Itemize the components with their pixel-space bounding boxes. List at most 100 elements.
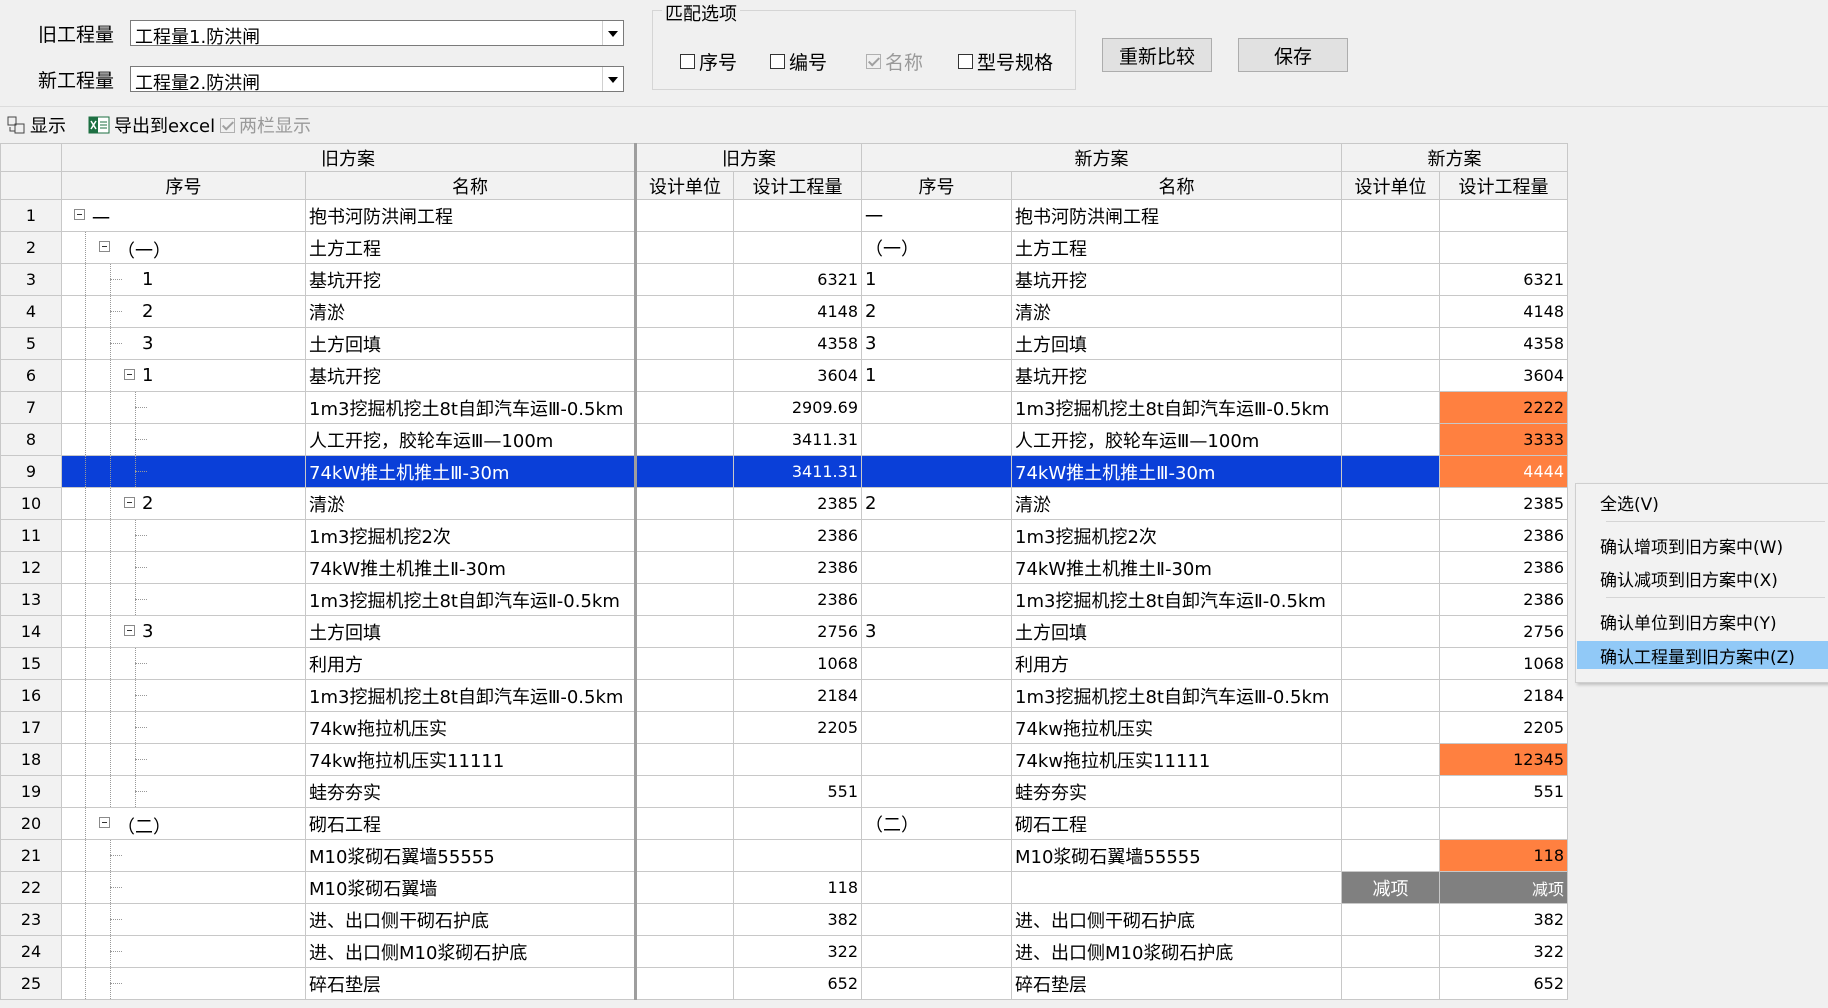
cell-seq[interactable] <box>61 679 306 712</box>
cell-seq[interactable] <box>61 423 306 456</box>
col-header-qty[interactable]: 设计工程量 <box>733 171 862 200</box>
cell-new-unit[interactable] <box>1341 295 1440 328</box>
cell-unit[interactable] <box>634 423 734 456</box>
cell-new-unit[interactable] <box>1341 775 1440 808</box>
cell-new-name[interactable]: 74kw拖拉机压实 <box>1011 711 1342 744</box>
cell-new-seq[interactable] <box>861 423 1012 456</box>
cell-qty[interactable]: 2386 <box>733 519 862 552</box>
cell-new-seq[interactable]: 2 <box>861 487 1012 520</box>
cell-new-qty[interactable]: 2184 <box>1439 679 1568 712</box>
show-button[interactable]: 显示 <box>6 112 66 138</box>
cell-name[interactable]: 抱书河防洪闸工程 <box>305 199 636 232</box>
cell-name[interactable]: 74kW推土机推土Ⅲ-30m <box>305 455 636 488</box>
cell-unit[interactable] <box>634 647 734 680</box>
table-row[interactable]: 17 74kw拖拉机压实 2205 74kw拖拉机压实 2205 <box>0 711 1568 744</box>
cell-name[interactable]: 清淤 <box>305 295 636 328</box>
cell-new-unit[interactable] <box>1341 679 1440 712</box>
cell-unit[interactable] <box>634 551 734 584</box>
cell-seq[interactable]: （二） <box>61 807 306 840</box>
cell-name[interactable]: M10浆砌石翼墙55555 <box>305 839 636 872</box>
table-row[interactable]: 9 74kW推土机推土Ⅲ-30m 3411.31 74kW推土机推土Ⅲ-30m 4444 <box>0 455 1568 488</box>
cell-qty[interactable]: 2386 <box>733 551 862 584</box>
cell-new-qty[interactable] <box>1439 231 1568 264</box>
cell-new-seq[interactable] <box>861 743 1012 776</box>
cell-new-unit[interactable] <box>1341 807 1440 840</box>
cell-new-qty[interactable]: 3604 <box>1439 359 1568 392</box>
cell-new-seq[interactable]: （二） <box>861 807 1012 840</box>
collapse-icon[interactable] <box>99 241 110 252</box>
collapse-icon[interactable] <box>124 497 135 508</box>
cell-new-seq[interactable]: 1 <box>861 359 1012 392</box>
col-header-new-name[interactable]: 名称 <box>1011 171 1342 200</box>
cell-new-seq[interactable] <box>861 647 1012 680</box>
table-row[interactable]: 21 M10浆砌石翼墙55555 M10浆砌石翼墙55555 118 <box>0 839 1568 872</box>
table-row[interactable]: 20 （二） 砌石工程 （二） 砌石工程 <box>0 807 1568 840</box>
collapse-icon[interactable] <box>124 369 135 380</box>
table-row[interactable]: 10 2 清淤 2385 2 清淤 2385 <box>0 487 1568 520</box>
cell-name[interactable]: M10浆砌石翼墙 <box>305 871 636 904</box>
table-row[interactable]: 13 1m3挖掘机挖土8t自卸汽车运Ⅱ-0.5km 2386 1m3挖掘机挖土8t自卸… <box>0 583 1568 616</box>
cell-new-name[interactable]: 进、出口侧M10浆砌石护底 <box>1011 935 1342 968</box>
table-row[interactable]: 18 74kw拖拉机压实11111 74kw拖拉机压实11111 12345 <box>0 743 1568 776</box>
cell-new-name[interactable]: 清淤 <box>1011 295 1342 328</box>
menu-select-all[interactable]: 全选(V) <box>1577 488 1828 516</box>
cell-new-qty[interactable]: 2386 <box>1439 551 1568 584</box>
cell-name[interactable]: 土方回填 <box>305 615 636 648</box>
cell-qty[interactable]: 3411.31 <box>733 423 862 456</box>
cell-new-name[interactable]: 基坑开挖 <box>1011 263 1342 296</box>
cell-new-qty[interactable]: 2756 <box>1439 615 1568 648</box>
cell-unit[interactable] <box>634 615 734 648</box>
collapse-icon[interactable] <box>99 817 110 828</box>
cell-unit[interactable] <box>634 711 734 744</box>
cell-seq[interactable]: 1 <box>61 263 306 296</box>
cell-new-seq[interactable] <box>861 935 1012 968</box>
table-row[interactable]: 5 3 土方回填 4358 3 土方回填 4358 <box>0 327 1568 360</box>
collapse-icon[interactable] <box>74 209 85 220</box>
cell-seq[interactable] <box>61 711 306 744</box>
cell-new-qty[interactable] <box>1439 199 1568 232</box>
cell-qty[interactable]: 551 <box>733 775 862 808</box>
cell-unit[interactable] <box>634 231 734 264</box>
table-row[interactable]: 1 一抱书河防洪闸工程一抱书河防洪闸工程 <box>0 199 1568 232</box>
cell-seq[interactable]: 2 <box>61 295 306 328</box>
menu-confirm-qty[interactable]: 确认工程量到旧方案中(Z) <box>1577 641 1828 669</box>
cell-new-name[interactable]: 1m3挖掘机挖土8t自卸汽车运Ⅱ-0.5km <box>1011 583 1342 616</box>
cell-new-unit[interactable] <box>1341 743 1440 776</box>
export-excel-button[interactable]: 导出到excel <box>88 112 215 138</box>
cell-unit[interactable] <box>634 871 734 904</box>
cell-new-qty[interactable]: 2386 <box>1439 583 1568 616</box>
checkbox[interactable] <box>958 54 973 69</box>
cell-new-unit[interactable] <box>1341 391 1440 424</box>
cell-new-unit[interactable] <box>1341 615 1440 648</box>
menu-confirm-remove[interactable]: 确认减项到旧方案中(X) <box>1577 564 1828 592</box>
cell-seq[interactable] <box>61 967 306 1000</box>
cell-new-name[interactable]: 进、出口侧干砌石护底 <box>1011 903 1342 936</box>
cell-new-name[interactable]: 人工开挖，胶轮车运Ⅲ—100m <box>1011 423 1342 456</box>
cell-new-qty[interactable]: 652 <box>1439 967 1568 1000</box>
cell-unit[interactable] <box>634 487 734 520</box>
save-button[interactable]: 保存 <box>1238 38 1348 72</box>
chevron-down-icon[interactable] <box>602 21 623 45</box>
cell-qty[interactable]: 2385 <box>733 487 862 520</box>
cell-new-unit[interactable] <box>1341 551 1440 584</box>
cell-name[interactable]: 土方回填 <box>305 327 636 360</box>
cell-unit[interactable] <box>634 583 734 616</box>
cell-seq[interactable] <box>61 551 306 584</box>
col-header-name[interactable]: 名称 <box>305 171 636 200</box>
cell-unit[interactable] <box>634 935 734 968</box>
cell-new-unit[interactable] <box>1341 423 1440 456</box>
cell-seq[interactable]: 3 <box>61 615 306 648</box>
table-row[interactable]: 12 74kW推土机推土Ⅱ-30m 2386 74kW推土机推土Ⅱ-30m 2386 <box>0 551 1568 584</box>
cell-seq[interactable] <box>61 455 306 488</box>
cell-name[interactable]: 清淤 <box>305 487 636 520</box>
cell-new-seq[interactable]: 3 <box>861 327 1012 360</box>
cell-qty[interactable] <box>733 839 862 872</box>
cell-new-unit[interactable] <box>1341 583 1440 616</box>
cell-new-seq[interactable] <box>861 391 1012 424</box>
cell-new-qty[interactable]: 4444 <box>1439 455 1568 488</box>
cell-new-name[interactable]: 基坑开挖 <box>1011 359 1342 392</box>
col-header-unit[interactable]: 设计单位 <box>634 171 734 200</box>
menu-confirm-unit[interactable]: 确认单位到旧方案中(Y) <box>1577 607 1828 635</box>
cell-seq[interactable] <box>61 775 306 808</box>
cell-seq[interactable]: 3 <box>61 327 306 360</box>
